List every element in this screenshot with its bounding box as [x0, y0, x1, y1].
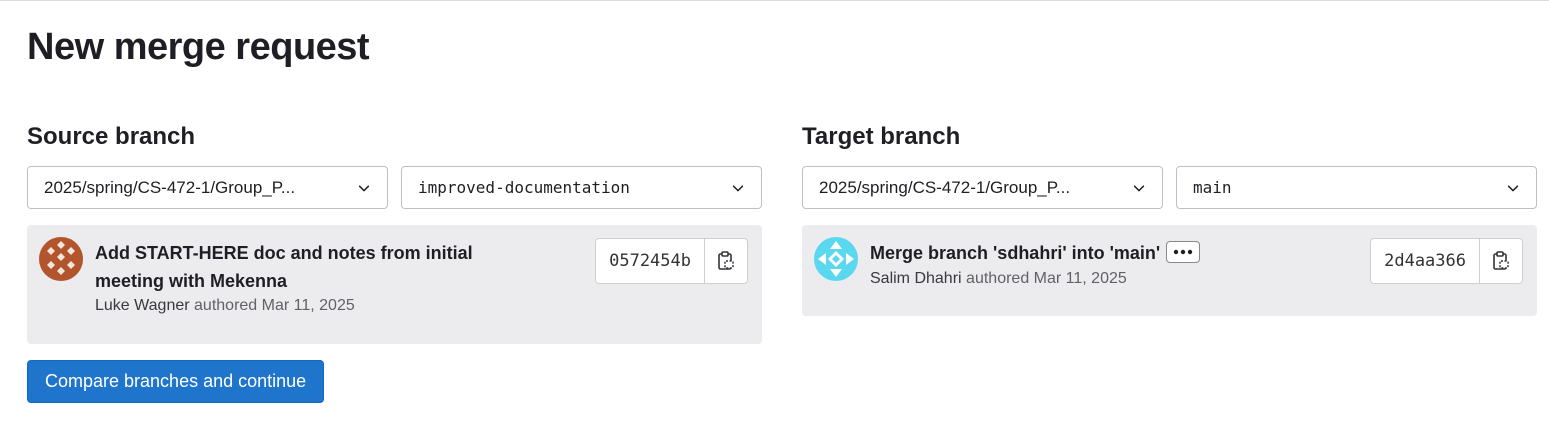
- source-branch-heading: Source branch: [27, 123, 196, 150]
- authored-label: authored: [194, 297, 258, 314]
- chevron-down-icon: [1132, 181, 1146, 195]
- source-project-dropdown[interactable]: 2025/spring/CS-472-1/Group_P...: [27, 166, 388, 209]
- source-commit-card: Add START-HERE doc and notes from initia…: [27, 225, 762, 344]
- identicon-avatar-icon: [814, 237, 858, 281]
- target-commit-card: Merge branch 'sdhahri' into 'main' Salim…: [802, 225, 1537, 316]
- ellipsis-icon: [1173, 250, 1193, 255]
- target-commit-title: Merge branch 'sdhahri' into 'main': [870, 239, 1290, 267]
- source-branch-dropdown[interactable]: improved-documentation: [401, 166, 762, 209]
- chevron-down-icon: [357, 181, 371, 195]
- target-selectors: 2025/spring/CS-472-1/Group_P... main: [802, 166, 1537, 209]
- commit-date: Mar 11, 2025: [1033, 270, 1127, 287]
- chevron-down-icon: [1506, 181, 1520, 195]
- target-project-value: 2025/spring/CS-472-1/Group_P...: [819, 177, 1071, 197]
- target-branch-value: main: [1193, 178, 1232, 197]
- target-branch-dropdown[interactable]: main: [1176, 166, 1537, 209]
- target-branch-heading: Target branch: [802, 123, 961, 150]
- page-title: New merge request: [27, 26, 370, 68]
- authored-label: authored: [966, 270, 1030, 287]
- expand-description-button[interactable]: [1166, 241, 1201, 264]
- compare-branches-button[interactable]: Compare branches and continue: [27, 360, 325, 403]
- avatar[interactable]: [814, 237, 858, 281]
- commit-date: Mar 11, 2025: [261, 297, 355, 314]
- source-branch-section: Source branch 2025/spring/CS-472-1/Group…: [27, 122, 762, 344]
- copy-sha-button[interactable]: [705, 239, 747, 283]
- source-selectors: 2025/spring/CS-472-1/Group_P... improved…: [27, 166, 762, 209]
- target-commit-meta: Salim Dhahri authored Mar 11, 2025: [870, 268, 1127, 290]
- commit-author-link[interactable]: Salim Dhahri: [870, 270, 962, 287]
- identicon-avatar-icon: [39, 237, 83, 281]
- source-sha-group: 0572454b: [595, 238, 748, 284]
- avatar[interactable]: [39, 237, 83, 281]
- target-commit-sha[interactable]: 2d4aa366: [1371, 239, 1480, 283]
- target-project-dropdown[interactable]: 2025/spring/CS-472-1/Group_P...: [802, 166, 1163, 209]
- source-commit-sha[interactable]: 0572454b: [596, 239, 705, 283]
- chevron-down-icon: [731, 181, 745, 195]
- source-commit-title[interactable]: Add START-HERE doc and notes from initia…: [95, 239, 515, 295]
- clipboard-icon: [718, 251, 734, 270]
- source-commit-meta: Luke Wagner authored Mar 11, 2025: [95, 295, 355, 317]
- target-commit-title-link[interactable]: Merge branch 'sdhahri' into 'main': [870, 243, 1160, 263]
- top-divider: [0, 0, 1549, 1]
- target-sha-group: 2d4aa366: [1370, 238, 1523, 284]
- copy-sha-button[interactable]: [1480, 239, 1522, 283]
- commit-author-link[interactable]: Luke Wagner: [95, 297, 190, 314]
- clipboard-icon: [1493, 251, 1509, 270]
- source-branch-value: improved-documentation: [418, 178, 630, 197]
- source-project-value: 2025/spring/CS-472-1/Group_P...: [44, 177, 296, 197]
- target-branch-section: Target branch 2025/spring/CS-472-1/Group…: [802, 122, 1537, 316]
